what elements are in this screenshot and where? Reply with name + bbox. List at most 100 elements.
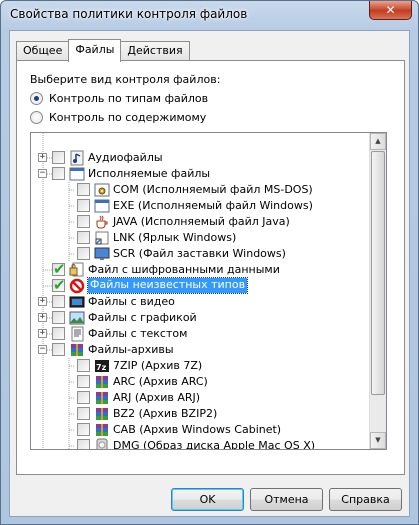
- tree-checkbox[interactable]: [77, 183, 90, 196]
- tree-row[interactable]: LNK (Ярлык Windows): [31, 230, 371, 246]
- encrypted-file-icon: [69, 262, 85, 278]
- tree-item-label: ARC (Архив ARC): [113, 375, 208, 388]
- tree-checkbox[interactable]: [77, 359, 90, 372]
- radio-label: Контроль по содержимому: [49, 111, 207, 124]
- shortcut-icon: [94, 230, 110, 246]
- expand-icon[interactable]: +: [38, 153, 47, 162]
- tree-checkbox[interactable]: [77, 199, 90, 212]
- tree-row[interactable]: Файлы неизвестных типов: [31, 276, 371, 294]
- tab-general[interactable]: Общее: [16, 41, 70, 61]
- tree-checkbox[interactable]: [77, 375, 90, 388]
- tree-item-label: Аудиофайлы: [88, 151, 163, 164]
- tree-row[interactable]: ARC (Архив ARC): [31, 374, 371, 390]
- tree-checkbox[interactable]: [52, 295, 65, 308]
- radio-button[interactable]: [30, 92, 43, 105]
- tab-files[interactable]: Файлы: [68, 39, 122, 62]
- tree-row[interactable]: − Исполняемые файлы: [31, 166, 371, 182]
- dialog-client-area: Общее Файлы Действия Выберите вид контро…: [9, 30, 410, 517]
- help-button[interactable]: Справка: [329, 488, 402, 511]
- expand-icon[interactable]: +: [38, 297, 47, 306]
- gear-file-icon: [94, 182, 110, 198]
- collapse-icon[interactable]: −: [38, 345, 47, 354]
- text-file-icon: [69, 326, 85, 342]
- tree-checkbox[interactable]: [77, 407, 90, 420]
- tree-row[interactable]: ARJ (Архив ARJ): [31, 390, 371, 406]
- tree-item-label: COM (Исполняемый файл MS-DOS): [113, 183, 313, 196]
- tree-row[interactable]: + Файлы с видео: [31, 294, 371, 310]
- ok-button[interactable]: OK: [171, 488, 244, 511]
- close-button[interactable]: ✕: [369, 1, 412, 20]
- tree-checkbox[interactable]: [52, 260, 66, 278]
- tree-item-label: Файлы с графикой: [88, 311, 197, 324]
- tree-row[interactable]: COM (Исполняемый файл MS-DOS): [31, 182, 371, 198]
- tree-row[interactable]: SCR (Файл заставки Windows): [31, 246, 371, 262]
- tree-checkbox[interactable]: [52, 327, 65, 340]
- tree-row[interactable]: CAB (Архив Windows Cabinet): [31, 422, 371, 438]
- tree-item-label: CAB (Архив Windows Cabinet): [113, 423, 282, 436]
- tree-checkbox[interactable]: [77, 423, 90, 436]
- tab-actions[interactable]: Действия: [120, 41, 190, 61]
- archive-icon: [94, 422, 110, 438]
- control-type-prompt: Выберите вид контроля файлов:: [30, 73, 221, 86]
- tree-checkbox[interactable]: [77, 439, 90, 449]
- expand-icon[interactable]: +: [38, 329, 47, 338]
- tree-row[interactable]: + Аудиофайлы: [31, 150, 371, 166]
- scroll-down-arrow-icon[interactable]: ▼: [370, 432, 386, 449]
- tree-checkbox[interactable]: [77, 215, 90, 228]
- window-icon: [94, 198, 110, 214]
- svg-text:7z: 7z: [96, 363, 107, 372]
- tree-checkbox[interactable]: [52, 167, 65, 180]
- scrollbar-thumb[interactable]: [371, 151, 385, 395]
- tree-row[interactable]: EXE (Исполняемый файл Windows): [31, 198, 371, 214]
- tree-item-label: DMG (Образ диска Apple Mac OS X): [113, 439, 316, 450]
- tab-strip: Общее Файлы Действия: [16, 39, 190, 62]
- tree-item-label: Файл с шифрованными данными: [88, 263, 280, 276]
- scroll-up-arrow-icon[interactable]: ▲: [370, 133, 386, 150]
- tree-vertical-scrollbar[interactable]: ▲ ▼: [369, 133, 386, 449]
- tree-row[interactable]: + Файлы с графикой: [31, 310, 371, 326]
- expand-icon[interactable]: +: [38, 313, 47, 322]
- dialog-window: Свойства политики контроля файлов ✕ Обще…: [0, 0, 419, 525]
- tree-checkbox[interactable]: [52, 343, 65, 356]
- archive-icon: [94, 390, 110, 406]
- radio-by-content[interactable]: Контроль по содержимому: [30, 111, 206, 124]
- tree-item-label: Файлы с текстом: [88, 327, 188, 340]
- audio-file-icon: [69, 150, 85, 166]
- tree-row[interactable]: 7z 7ZIP (Архив 7Z): [31, 358, 371, 374]
- tree-item-label: ARJ (Архив ARJ): [113, 391, 201, 404]
- archive-icon: [94, 374, 110, 390]
- radio-button[interactable]: [30, 111, 43, 124]
- archive-icon: [69, 342, 85, 358]
- tree-row[interactable]: JAVA (Исполняемый файл Java): [31, 214, 371, 230]
- tree-item-label: LNK (Ярлык Windows): [113, 231, 237, 244]
- tree-item-label: Файлы с видео: [88, 295, 175, 308]
- tree-checkbox[interactable]: [52, 311, 65, 324]
- tree-row[interactable]: + Файлы с текстом: [31, 326, 371, 342]
- tree-row[interactable]: DMG (Образ диска Apple Mac OS X): [31, 438, 371, 450]
- tree-checkbox[interactable]: [52, 276, 66, 294]
- prohibited-icon: [69, 278, 85, 294]
- radio-by-file-type[interactable]: Контроль по типам файлов: [30, 92, 208, 105]
- collapse-icon[interactable]: −: [38, 169, 47, 178]
- cancel-button[interactable]: Отмена: [250, 488, 323, 511]
- tree-item-label: Исполняемые файлы: [88, 167, 211, 180]
- file-type-tree[interactable]: + Аудиофайлы − Исполняемые файлы COM (Исполн…: [30, 132, 387, 450]
- tree-item-label: JAVA (Исполняемый файл Java): [113, 215, 290, 228]
- tree-checkbox[interactable]: [77, 391, 90, 404]
- tree-row[interactable]: BZ2 (Архив BZIP2): [31, 406, 371, 422]
- tree-row[interactable]: Файл с шифрованными данными: [31, 260, 371, 278]
- tree-item-label: 7ZIP (Архив 7Z): [113, 359, 203, 372]
- archive-icon: [94, 406, 110, 422]
- image-file-icon: [69, 310, 85, 326]
- video-file-icon: [69, 294, 85, 310]
- title-bar[interactable]: Свойства политики контроля файлов ✕: [1, 1, 418, 29]
- tree-row[interactable]: − Файлы-архивы: [31, 342, 371, 358]
- tree-checkbox[interactable]: [77, 231, 90, 244]
- tree-item-label: SCR (Файл заставки Windows): [113, 247, 286, 260]
- tree-checkbox[interactable]: [52, 151, 65, 164]
- 7z-icon: 7z: [94, 358, 110, 374]
- java-cup-icon: [94, 214, 110, 230]
- tree-item-label: EXE (Исполняемый файл Windows): [113, 199, 313, 212]
- tree-item-label: Файлы неизвестных типов: [86, 277, 249, 294]
- tree-checkbox[interactable]: [77, 247, 90, 260]
